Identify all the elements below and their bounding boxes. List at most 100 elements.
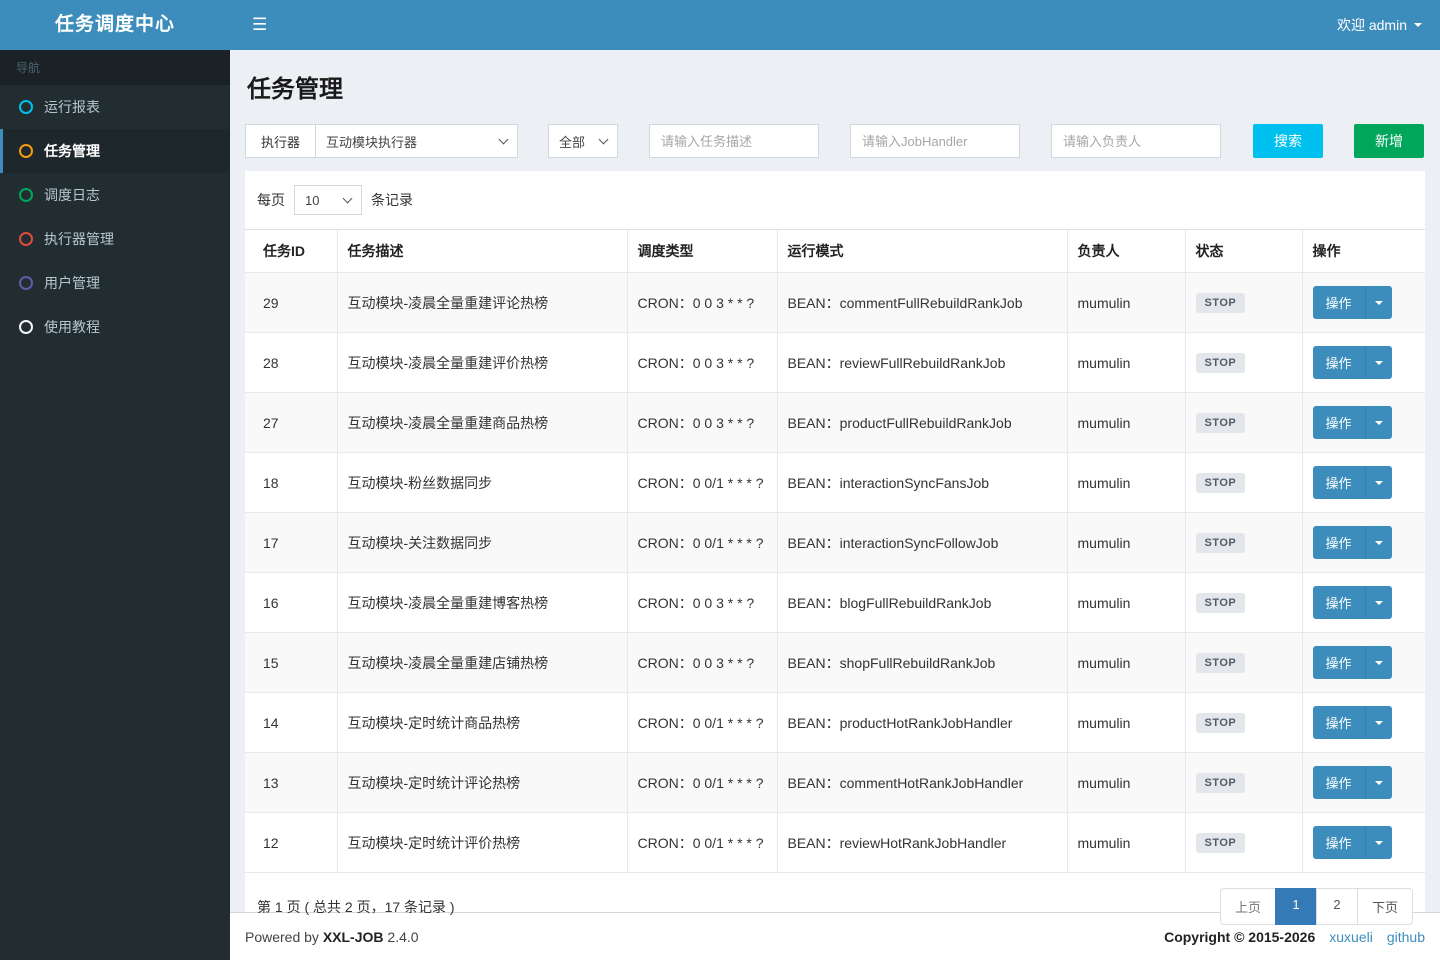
caret-down-icon bbox=[1374, 480, 1383, 485]
action-button[interactable]: 操作 bbox=[1312, 826, 1366, 859]
circle-o-icon bbox=[19, 188, 33, 202]
action-button[interactable]: 操作 bbox=[1312, 346, 1366, 379]
job-desc-input[interactable] bbox=[649, 124, 819, 158]
cell-author: mumulin bbox=[1066, 392, 1186, 453]
sidebar-item-report[interactable]: 运行报表 bbox=[0, 85, 230, 129]
cell-status: STOP bbox=[1184, 692, 1303, 753]
cell-job-desc: 互动模块-定时统计评价热榜 bbox=[336, 812, 628, 873]
action-button[interactable]: 操作 bbox=[1312, 466, 1366, 499]
action-button[interactable]: 操作 bbox=[1312, 286, 1366, 319]
action-label: 操作 bbox=[1325, 356, 1352, 371]
cell-job-id: 17 bbox=[245, 512, 338, 573]
action-dropdown-toggle[interactable] bbox=[1365, 466, 1392, 499]
page-size-select[interactable]: 10 bbox=[294, 185, 362, 215]
sidebar-nav-label: 导航 bbox=[0, 50, 230, 85]
sidebar-toggle-icon[interactable]: ☰ bbox=[248, 9, 271, 41]
add-button[interactable]: 新增 bbox=[1354, 124, 1424, 158]
cell-actions: 操作 bbox=[1301, 332, 1425, 393]
pagination-next-button[interactable]: 下页 bbox=[1356, 888, 1413, 925]
sidebar-item-jobinfo[interactable]: 任务管理 bbox=[0, 129, 230, 173]
sidebar-item-joblog[interactable]: 调度日志 bbox=[0, 173, 230, 217]
cell-job-id: 27 bbox=[245, 392, 338, 453]
action-split-button: 操作 bbox=[1312, 286, 1392, 319]
sidebar-item-user[interactable]: 用户管理 bbox=[0, 261, 230, 305]
action-button[interactable]: 操作 bbox=[1312, 646, 1366, 679]
cell-job-id: 13 bbox=[245, 752, 338, 813]
status-badge: STOP bbox=[1195, 292, 1246, 313]
pagination-page-2[interactable]: 2 bbox=[1315, 888, 1358, 925]
status-badge: STOP bbox=[1195, 352, 1246, 373]
table-header-row: 任务ID 任务描述 调度类型 运行模式 负责人 状态 操作 bbox=[245, 229, 1425, 273]
action-dropdown-toggle[interactable] bbox=[1365, 526, 1392, 559]
circle-o-icon bbox=[19, 276, 33, 290]
action-split-button: 操作 bbox=[1312, 586, 1392, 619]
cell-actions: 操作 bbox=[1301, 632, 1425, 693]
sidebar-item-jobgroup[interactable]: 执行器管理 bbox=[0, 217, 230, 261]
action-dropdown-toggle[interactable] bbox=[1365, 586, 1392, 619]
cell-status: STOP bbox=[1184, 332, 1303, 393]
action-button[interactable]: 操作 bbox=[1312, 766, 1366, 799]
cell-status: STOP bbox=[1184, 632, 1303, 693]
pagination-page-1[interactable]: 1 bbox=[1274, 888, 1317, 925]
action-button[interactable]: 操作 bbox=[1312, 586, 1366, 619]
table-row: 17 互动模块-关注数据同步 CRON：0 0/1 * * * ? BEAN：i… bbox=[245, 512, 1425, 573]
action-dropdown-toggle[interactable] bbox=[1365, 286, 1392, 319]
action-split-button: 操作 bbox=[1312, 346, 1392, 379]
cell-status: STOP bbox=[1184, 392, 1303, 453]
github-link[interactable]: github bbox=[1387, 929, 1425, 945]
cell-status: STOP bbox=[1184, 512, 1303, 573]
job-table: 任务ID 任务描述 调度类型 运行模式 负责人 状态 操作 29 互动模块-凌晨… bbox=[245, 229, 1425, 873]
action-dropdown-toggle[interactable] bbox=[1365, 826, 1392, 859]
caret-down-icon bbox=[1374, 540, 1383, 545]
xuxueli-link[interactable]: xuxueli bbox=[1329, 929, 1373, 945]
status-badge: STOP bbox=[1195, 472, 1246, 493]
executor-select[interactable]: 互动模块执行器 bbox=[315, 124, 518, 158]
pagination-info: 第 1 页 ( 总共 2 页，17 条记录 ) bbox=[257, 898, 455, 915]
author-input[interactable] bbox=[1051, 124, 1221, 158]
cell-author: mumulin bbox=[1066, 332, 1186, 393]
action-dropdown-toggle[interactable] bbox=[1365, 406, 1392, 439]
cell-schedule: CRON：0 0/1 * * * ? bbox=[626, 692, 778, 753]
cell-job-id: 15 bbox=[245, 632, 338, 693]
sidebar-item-label: 用户管理 bbox=[44, 275, 100, 291]
cell-job-id: 28 bbox=[245, 332, 338, 393]
action-dropdown-toggle[interactable] bbox=[1365, 346, 1392, 379]
search-button[interactable]: 搜索 bbox=[1253, 124, 1323, 158]
status-badge: STOP bbox=[1195, 532, 1246, 553]
action-dropdown-toggle[interactable] bbox=[1365, 706, 1392, 739]
sidebar-item-label: 任务管理 bbox=[44, 143, 100, 159]
action-label: 操作 bbox=[1325, 596, 1352, 611]
top-navbar: ☰ 欢迎 admin bbox=[230, 0, 1440, 50]
status-badge: STOP bbox=[1195, 772, 1246, 793]
filter-toolbar: 执行器 互动模块执行器 全部 搜索 新增 bbox=[245, 124, 1425, 158]
cell-actions: 操作 bbox=[1301, 812, 1425, 873]
sidebar-item-help[interactable]: 使用教程 bbox=[0, 305, 230, 349]
brand-logo[interactable]: 任务调度中心 bbox=[0, 0, 230, 50]
cell-author: mumulin bbox=[1066, 512, 1186, 573]
status-badge: STOP bbox=[1195, 652, 1246, 673]
action-button[interactable]: 操作 bbox=[1312, 406, 1366, 439]
powered-prefix: Powered by bbox=[245, 928, 319, 945]
pagination-prev-button[interactable]: 上页 bbox=[1219, 888, 1276, 925]
page-size-prefix: 每页 bbox=[257, 192, 285, 208]
chevron-down-icon bbox=[342, 193, 353, 203]
cell-status: STOP bbox=[1184, 572, 1303, 633]
chevron-down-icon bbox=[498, 134, 509, 144]
action-button[interactable]: 操作 bbox=[1312, 706, 1366, 739]
action-label: 操作 bbox=[1325, 836, 1352, 851]
status-filter-select[interactable]: 全部 bbox=[548, 124, 618, 158]
col-status: 状态 bbox=[1184, 229, 1303, 273]
cell-run-mode: BEAN：blogFullRebuildRankJob bbox=[776, 572, 1068, 633]
jobhandler-input[interactable] bbox=[850, 124, 1020, 158]
powered-by: Powered by XXL-JOB 2.4.0 bbox=[245, 929, 419, 945]
job-table-body: 29 互动模块-凌晨全量重建评论热榜 CRON：0 0 3 * * ? BEAN… bbox=[245, 272, 1425, 873]
caret-down-icon bbox=[1374, 720, 1383, 725]
chevron-down-icon bbox=[598, 134, 609, 144]
cell-run-mode: BEAN：interactionSyncFollowJob bbox=[776, 512, 1068, 573]
action-button[interactable]: 操作 bbox=[1312, 526, 1366, 559]
action-dropdown-toggle[interactable] bbox=[1365, 766, 1392, 799]
user-menu[interactable]: 欢迎 admin bbox=[1337, 15, 1422, 35]
action-dropdown-toggle[interactable] bbox=[1365, 646, 1392, 679]
col-job-desc: 任务描述 bbox=[336, 229, 628, 273]
action-label: 操作 bbox=[1325, 716, 1352, 731]
